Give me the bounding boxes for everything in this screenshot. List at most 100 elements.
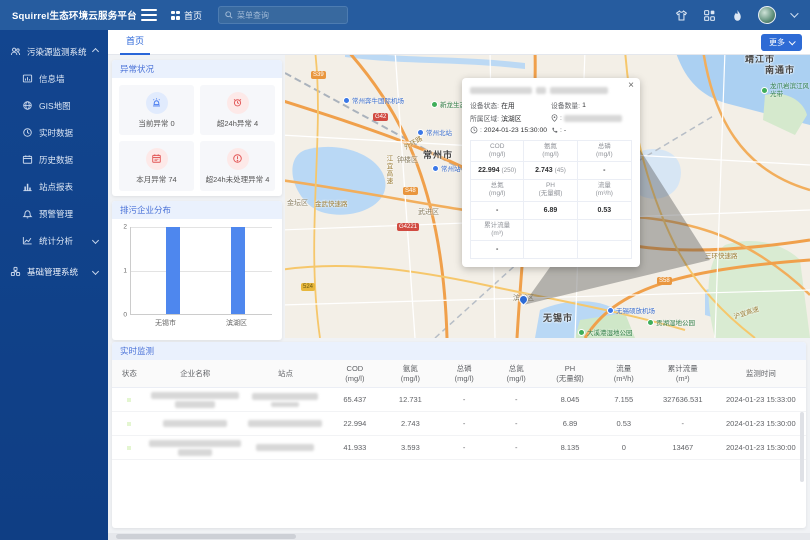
metric-unit: (mg/l)	[489, 151, 506, 159]
more-button[interactable]: 更多	[761, 34, 802, 51]
company-name-redacted	[147, 440, 244, 456]
col-time: 监测时间	[716, 369, 806, 379]
y-tick: 0	[123, 312, 127, 319]
sidebar-item-history-data[interactable]: 历史数据	[0, 146, 108, 173]
metric-name: 流量	[598, 182, 611, 190]
scrollbar-thumb[interactable]	[116, 534, 296, 539]
stat-value: 0	[170, 119, 174, 128]
sidebar-item-realtime-data[interactable]: 实时数据	[0, 119, 108, 146]
search-input[interactable]	[237, 11, 341, 20]
metric-name: 总磷	[598, 143, 611, 151]
road-badge: G4221	[397, 223, 419, 231]
users-icon	[10, 46, 21, 57]
tab-home[interactable]: 首页	[120, 30, 150, 55]
sidebar-item-statistics[interactable]: 统计分析	[0, 227, 108, 254]
stat-label: 本月异常	[136, 175, 166, 184]
metric-value: -	[603, 167, 605, 174]
stat-card-current-anomaly[interactable]: 当前异常 0	[119, 85, 194, 135]
sidebar-item-info-wall[interactable]: 信息墙	[0, 65, 108, 92]
company-name-redacted	[147, 420, 244, 427]
theme-skin-icon[interactable]	[674, 8, 688, 22]
sidebar: 污染源监测系统 信息墙 GIS地图 实时数据 历史数据 站点报表 预警管理	[0, 30, 108, 540]
menu-toggle-icon[interactable]	[141, 9, 157, 21]
cell-time: 2024-01-23 15:33:00	[716, 395, 806, 404]
menu-search[interactable]	[218, 6, 348, 24]
map-label-district: 武进区	[418, 207, 439, 217]
distribution-panel: 排污企业分布 2 1 0 无锡市 滨湖区	[112, 201, 282, 340]
sidebar-group-label: 污染源监测系统	[27, 46, 87, 58]
cell-total-flow: 13467	[650, 443, 716, 452]
cell-flow: 0.53	[598, 419, 650, 428]
cell-cod: 65.437	[327, 395, 383, 404]
cell-flow: 0	[598, 443, 650, 452]
user-menu-chevron-icon[interactable]	[790, 9, 798, 17]
station-popup: × 设备状态: 在用 设备数量: 1 所属区域: 滨湖区 : : 2024-01…	[462, 78, 640, 267]
dark-mode-flame-icon[interactable]	[730, 8, 744, 22]
cell-total-flow: 327636.531	[650, 395, 716, 404]
y-tick: 1	[123, 268, 127, 275]
map-label-city: 靖江市	[745, 55, 775, 65]
sidebar-item-station-reports[interactable]: 站点报表	[0, 173, 108, 200]
nav-home[interactable]: 首页	[171, 9, 202, 22]
stat-card-month-anomaly[interactable]: 本月异常 74	[119, 141, 194, 191]
cell-cod: 22.994	[327, 419, 383, 428]
distribution-panel-title: 排污企业分布	[112, 201, 282, 219]
table-row[interactable]: 22.994 2.743 - - 6.89 0.53 - 2024-01-23 …	[112, 412, 806, 436]
metric-value: -	[496, 246, 498, 253]
col-company: 企业名称	[147, 369, 244, 379]
table-row[interactable]: 41.933 3.593 - - 8.135 0 13467 2024-01-2…	[112, 436, 806, 460]
stat-card-over-24h-unhandled[interactable]: 超24h未处理异常 4	[200, 141, 275, 191]
app-logo: Squirrel生态环境云服务平台	[0, 8, 135, 22]
location-pin-icon	[551, 114, 558, 122]
y-axis: 2 1 0	[118, 227, 128, 315]
metric-unit: (mg/l)	[542, 151, 559, 159]
phone-icon	[551, 127, 558, 134]
monitor-title: 实时监测	[112, 342, 806, 360]
home-grid-icon	[171, 11, 180, 20]
device-status-label: 设备状态:	[470, 100, 499, 110]
popup-title-redacted	[470, 87, 632, 94]
table-row[interactable]: 65.437 12.731 - - 8.045 7.155 327636.531…	[112, 388, 806, 412]
map-poi-airport: 常州奔牛国际机场	[343, 95, 403, 105]
sidebar-group-pollution-monitoring[interactable]: 污染源监测系统	[0, 38, 108, 65]
stat-value: 4	[265, 175, 269, 184]
siren-icon	[146, 92, 168, 114]
col-tn: 总氮	[490, 364, 542, 374]
sidebar-item-alert-management[interactable]: 预警管理	[0, 200, 108, 227]
table-scrollbar[interactable]	[800, 412, 804, 482]
sidebar-group-basic-management[interactable]: 基础管理系统	[0, 258, 108, 285]
close-icon[interactable]: ×	[628, 81, 634, 91]
metric-standard: (45)	[555, 167, 566, 174]
map-poi-park: 大溪港湿地公园	[578, 327, 633, 337]
map-label-district: 钟楼区	[397, 155, 418, 165]
calendar-icon	[22, 154, 33, 165]
stat-card-over-24h-anomaly[interactable]: 超24h异常 4	[200, 85, 275, 135]
metric-value: -	[496, 207, 498, 214]
cell-time: 2024-01-23 15:30:00	[716, 443, 806, 452]
cell-tn: -	[490, 395, 542, 404]
device-count-value: 1	[582, 102, 586, 109]
sidebar-item-gis-map[interactable]: GIS地图	[0, 92, 108, 119]
x-tick: 无锡市	[130, 318, 201, 328]
col-station: 站点	[244, 369, 327, 379]
map-canvas[interactable]: 常州市 无锡市 南通市 靖江市 钟楼区 武进区 金坛区 滨湖区 三环快速路 沪宜…	[285, 55, 810, 338]
bar-wuxi	[166, 227, 180, 314]
map-poi-station: 常州北站	[417, 127, 452, 137]
colon: :	[560, 115, 562, 122]
metric-unit: (无量纲)	[539, 190, 563, 198]
plot-area	[130, 227, 272, 315]
cell-tp: -	[438, 443, 490, 452]
user-avatar[interactable]	[758, 6, 776, 24]
cell-ph: 6.89	[542, 419, 598, 428]
bar-chart: 2 1 0 无锡市 滨湖区	[130, 227, 272, 331]
metric-unit: (m³)	[491, 230, 503, 238]
station-name-redacted	[244, 444, 327, 451]
search-icon	[225, 11, 233, 19]
address-redacted	[564, 115, 622, 122]
map-label-city: 常州市	[423, 148, 453, 161]
metric-name: COD	[490, 143, 504, 151]
stat-value: 74	[168, 175, 176, 184]
fullscreen-icon[interactable]	[702, 8, 716, 22]
device-count-label: 设备数量:	[551, 100, 580, 110]
map-poi-scenic: 龙爪岩滨江风光带	[761, 83, 810, 99]
